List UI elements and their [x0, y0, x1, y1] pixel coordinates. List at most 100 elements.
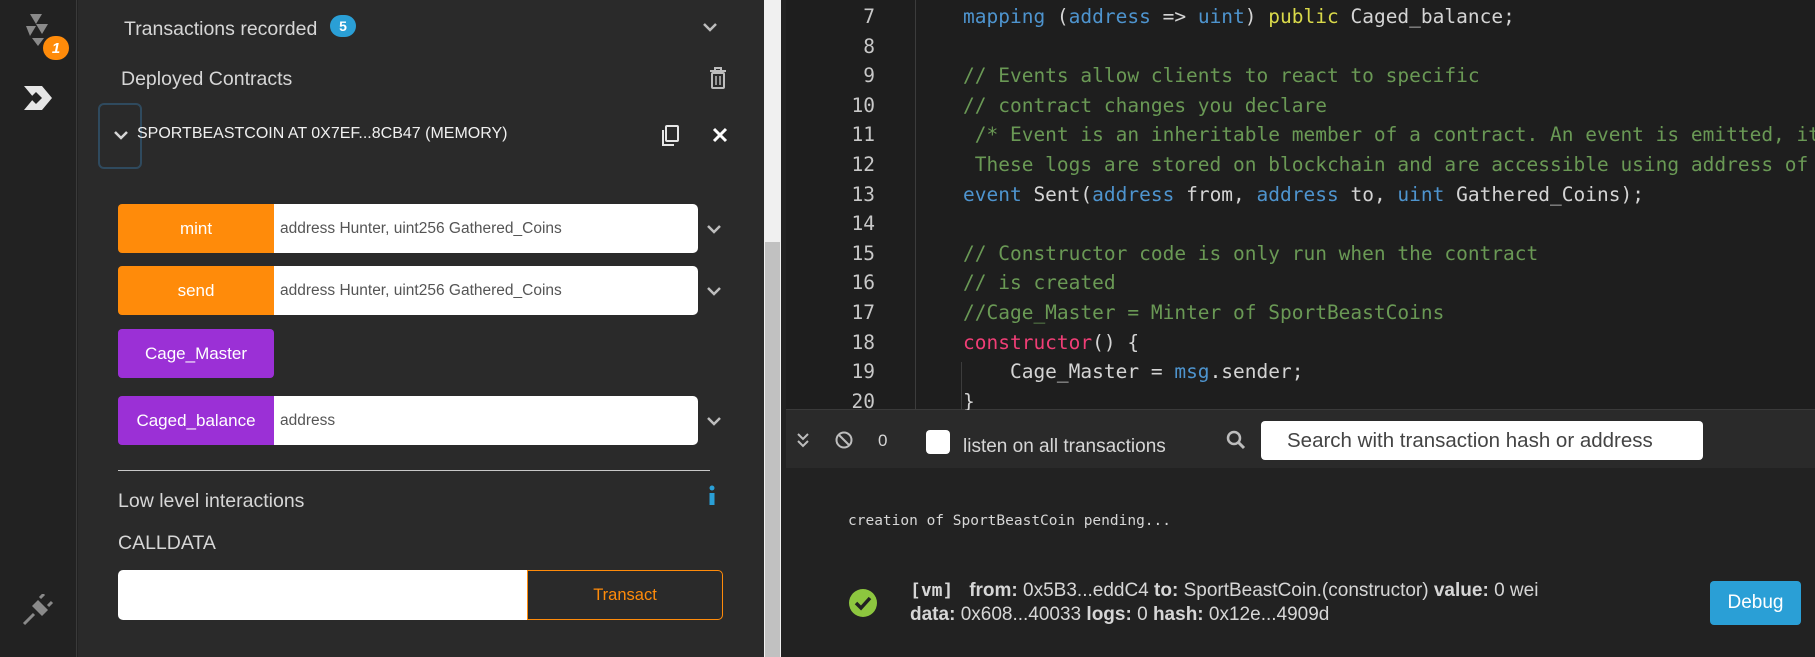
code-line-12: These logs are stored on blockchain and … — [963, 153, 1815, 176]
deploy-run-icon[interactable] — [20, 80, 56, 116]
logs-key: logs: — [1086, 604, 1132, 625]
transact-label: Transact — [593, 585, 657, 604]
calldata-label: CALLDATA — [118, 532, 216, 554]
panel-scrollbar-thumb[interactable] — [765, 242, 780, 657]
value-key: value: — [1433, 580, 1489, 601]
close-icon[interactable] — [712, 127, 728, 143]
listen-label: listen on all transactions — [963, 436, 1166, 457]
cage-master-button[interactable]: Cage_Master — [118, 329, 274, 378]
code-token: Sent( — [1021, 183, 1093, 206]
code-token: to, — [1338, 183, 1398, 206]
send-button[interactable]: send — [118, 266, 274, 315]
data-value: 0x608...40033 — [960, 604, 1082, 625]
send-expand-chevron-icon[interactable] — [706, 284, 722, 302]
mint-input[interactable]: address Hunter, uint256 Gathered_Coins — [274, 204, 698, 253]
divider — [118, 470, 710, 471]
tx-log-line-2: data: 0x608...40033 logs: 0 hash: 0x12e.… — [910, 604, 1329, 626]
terminal-output — [786, 468, 1815, 657]
code-token: address — [1092, 183, 1175, 206]
line-number: 17 — [851, 301, 875, 324]
caged-balance-placeholder: address — [280, 411, 336, 429]
plugin-manager-icon[interactable] — [20, 592, 54, 628]
line-number: 9 — [863, 64, 875, 87]
transactions-count-badge: 5 — [330, 15, 356, 37]
success-check-icon — [848, 588, 878, 618]
code-line-16: // is created — [963, 271, 1116, 294]
code-token: event — [963, 183, 1022, 206]
indent-guide — [915, 0, 916, 410]
low-level-interactions-label: Low level interactions — [118, 490, 305, 512]
caged-balance-expand-chevron-icon[interactable] — [706, 414, 722, 432]
logs-value: 0 — [1137, 604, 1148, 625]
transact-button[interactable]: Transact — [527, 570, 723, 620]
deployed-contracts-label: Deployed Contracts — [121, 68, 293, 90]
line-number: 11 — [851, 123, 875, 146]
code-line-20: } — [963, 390, 975, 410]
icon-rail: 1 — [0, 0, 77, 657]
pending-tx-count: 0 — [878, 431, 888, 450]
code-token: public — [1268, 5, 1339, 28]
to-value: SportBeastCoin.(constructor) — [1183, 580, 1429, 601]
caged-balance-label: Caged_balance — [136, 410, 256, 430]
trash-icon[interactable] — [709, 67, 727, 89]
pending-message: creation of SportBeastCoin pending... — [848, 513, 1172, 529]
search-placeholder: Search with transaction hash or address — [1287, 428, 1653, 452]
code-line-18: constructor() { — [963, 331, 1139, 354]
mint-expand-chevron-icon[interactable] — [706, 222, 722, 240]
line-number: 18 — [851, 331, 875, 354]
line-number: 20 — [851, 390, 875, 410]
code-token: ( — [1045, 5, 1069, 28]
transactions-count: 5 — [339, 18, 347, 34]
hash-value: 0x12e...4909d — [1208, 604, 1330, 625]
code-line-11: /* Event is an inheritable member of a c… — [963, 123, 1815, 146]
code-token: address — [1256, 183, 1339, 206]
send-input[interactable]: address Hunter, uint256 Gathered_Coins — [274, 266, 698, 315]
code-token: from, — [1174, 183, 1257, 206]
from-key: from: — [969, 580, 1018, 601]
chevron-down-icon[interactable] — [702, 16, 718, 39]
code-token: Gathered_Coins); — [1444, 183, 1644, 206]
contract-collapse-button[interactable] — [98, 103, 142, 169]
mint-button[interactable]: mint — [118, 204, 274, 253]
code-line-7: mapping (address => uint) public Caged_b… — [963, 5, 1515, 28]
send-placeholder: address Hunter, uint256 Gathered_Coins — [280, 281, 562, 299]
code-token: Caged_balance; — [1338, 5, 1515, 28]
to-key: to: — [1154, 580, 1179, 601]
search-input[interactable]: Search with transaction hash or address — [1261, 421, 1703, 460]
indent-guide — [961, 362, 962, 410]
notification-badge: 1 — [43, 36, 69, 60]
code-token: Cage_Master = — [963, 360, 1175, 383]
listen-checkbox[interactable] — [926, 430, 950, 454]
mint-label: mint — [179, 218, 213, 238]
code-line-13: event Sent(address from, address to, uin… — [963, 183, 1644, 206]
code-line-10: // contract changes you declare — [963, 94, 1327, 117]
from-value: 0x5B3...eddC4 — [1023, 580, 1149, 601]
tx-log-line-1: [vm] from: 0x5B3...eddC4 to: SportBeastC… — [910, 580, 1538, 602]
line-number: 16 — [851, 271, 875, 294]
line-number: 13 — [851, 183, 875, 206]
code-line-19: Cage_Master = msg.sender; — [963, 360, 1304, 383]
line-number: 19 — [851, 360, 875, 383]
code-token: msg — [1174, 360, 1210, 383]
line-number: 12 — [851, 153, 875, 176]
collapse-terminal-icon[interactable] — [796, 432, 810, 448]
line-number: 7 — [863, 5, 875, 28]
line-number: 8 — [863, 35, 875, 58]
line-number: 14 — [851, 212, 875, 235]
code-token: () { — [1092, 331, 1140, 354]
transactions-recorded-label[interactable]: Transactions recorded — [124, 18, 317, 41]
caged-balance-button[interactable]: Caged_balance — [118, 396, 274, 445]
code-token: uint — [1197, 5, 1245, 28]
line-number: 10 — [851, 94, 875, 117]
caged-balance-input[interactable]: address — [274, 396, 698, 445]
info-icon[interactable] — [706, 484, 718, 506]
debug-button[interactable]: Debug — [1710, 581, 1801, 625]
code-token: uint — [1397, 183, 1445, 206]
copy-icon[interactable] — [660, 124, 680, 148]
cage-master-label: Cage_Master — [144, 343, 248, 363]
code-line-17: //Cage_Master = Minter of SportBeastCoin… — [963, 301, 1445, 324]
code-token: mapping — [963, 5, 1046, 28]
calldata-input[interactable] — [118, 570, 527, 620]
notification-count: 1 — [51, 39, 61, 57]
clear-console-icon[interactable] — [835, 431, 853, 449]
